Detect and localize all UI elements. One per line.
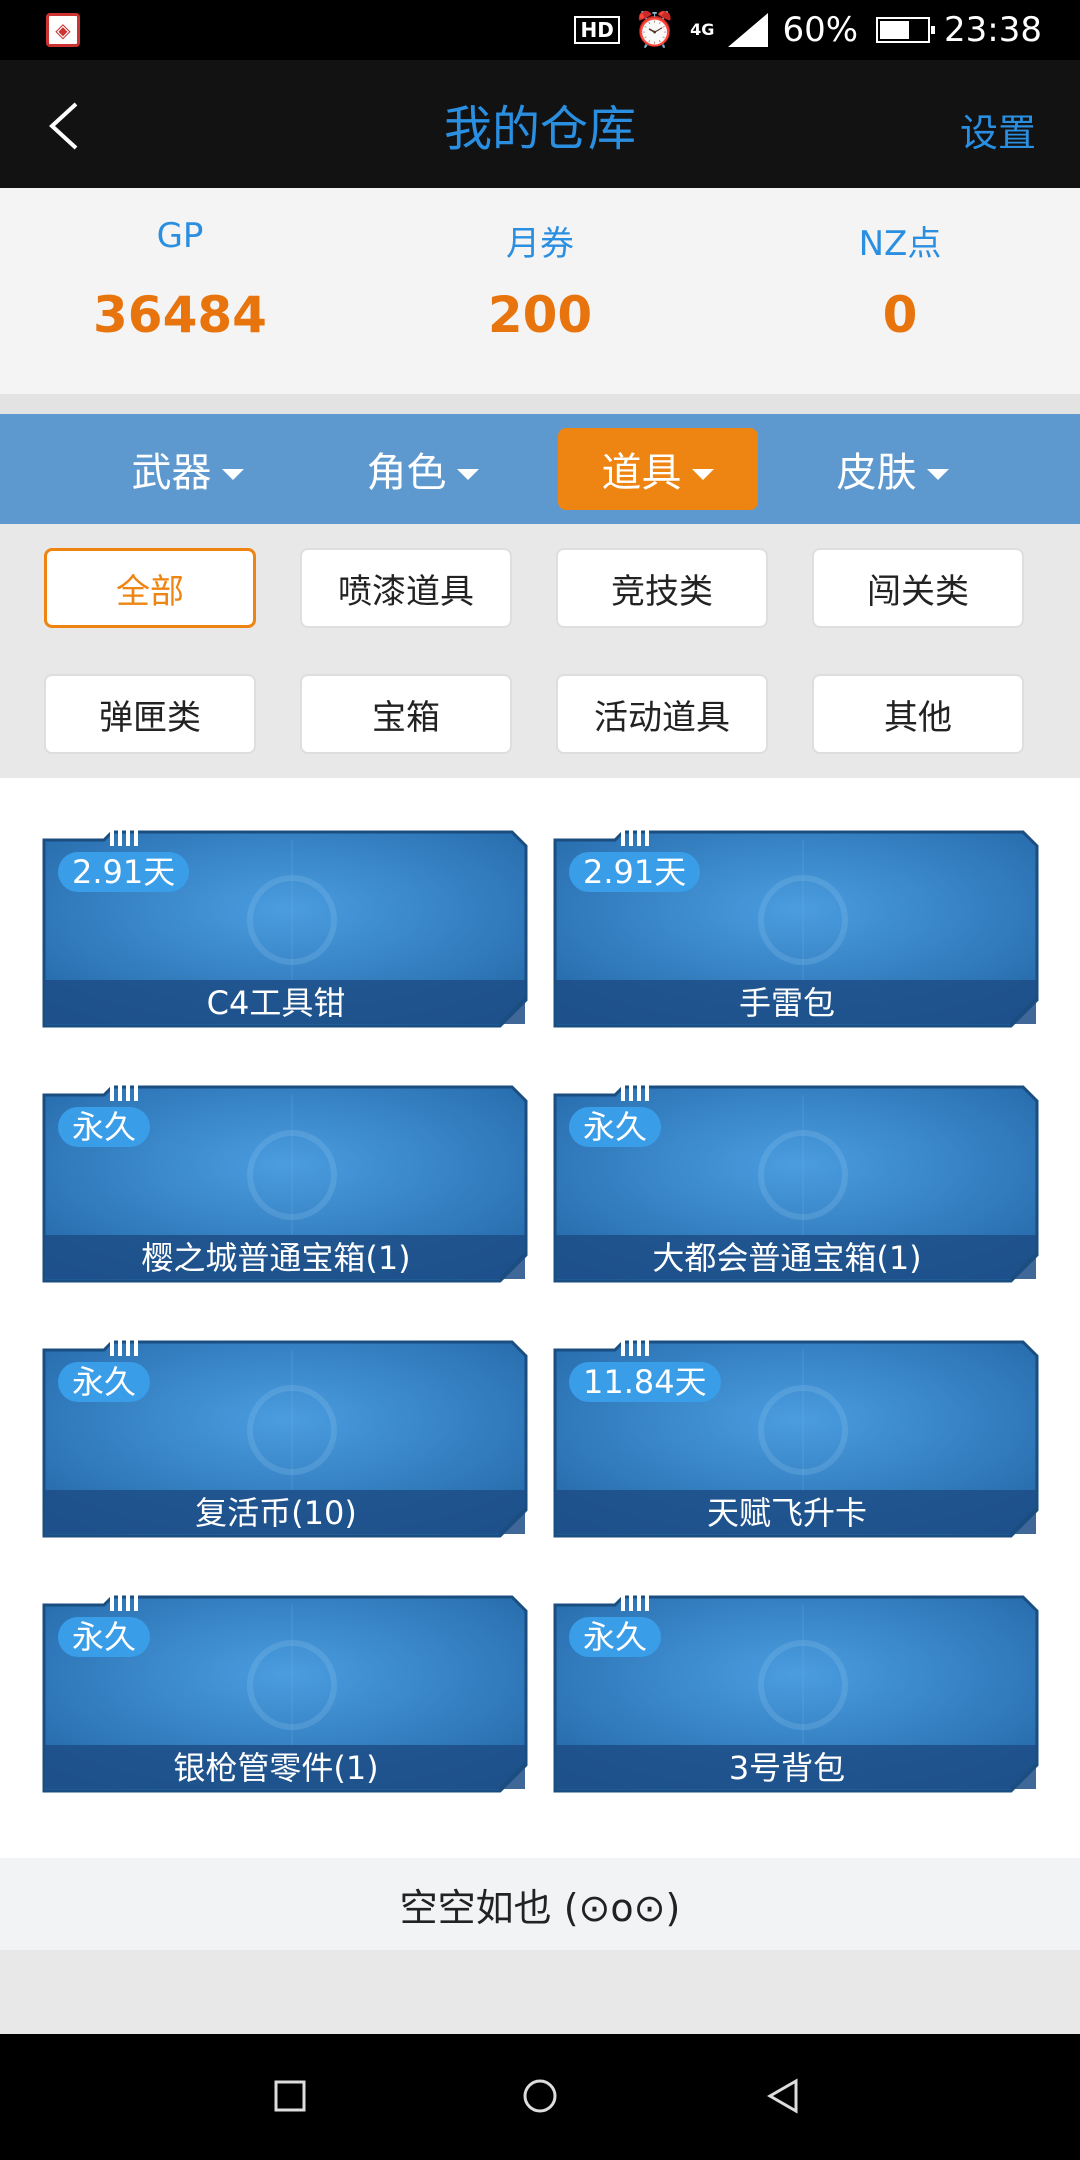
home-icon[interactable] bbox=[522, 2078, 558, 2114]
caret-down-icon bbox=[926, 468, 949, 480]
recent-apps-icon[interactable] bbox=[274, 2080, 306, 2112]
item-name: 手雷包 bbox=[738, 984, 835, 1022]
filter-chip-other[interactable]: 其他 bbox=[812, 674, 1024, 754]
tab-label: 武器 bbox=[131, 450, 212, 496]
currency-value: 36484 bbox=[93, 286, 267, 344]
battery-icon bbox=[876, 17, 936, 43]
tab-characters[interactable]: 角色 bbox=[323, 428, 523, 510]
item-name: 3号背包 bbox=[728, 1749, 846, 1787]
category-tabs: 武器 角色 道具 皮肤 bbox=[0, 414, 1080, 524]
tab-label: 皮肤 bbox=[836, 450, 917, 496]
currency-value: 0 bbox=[882, 286, 918, 344]
settings-link[interactable]: 设置 bbox=[960, 102, 1036, 157]
item-name: 复活币(10) bbox=[195, 1494, 357, 1532]
filter-chip-spray[interactable]: 喷漆道具 bbox=[300, 548, 512, 628]
duration-badge: 永久 bbox=[58, 1617, 151, 1657]
filter-chip-event[interactable]: 活动道具 bbox=[556, 674, 768, 754]
duration-badge: 永久 bbox=[569, 1107, 662, 1147]
battery-fill bbox=[880, 21, 909, 39]
currency-label: 月券 bbox=[506, 224, 574, 264]
empty-message: 空空如也 (⊙o⊙) bbox=[0, 1858, 1080, 1950]
item-name: 银枪管零件(1) bbox=[173, 1749, 379, 1787]
tab-items[interactable]: 道具 bbox=[557, 428, 758, 510]
filter-chip-competitive[interactable]: 竞技类 bbox=[556, 548, 768, 628]
caret-down-icon bbox=[221, 468, 244, 480]
item-name: C4工具钳 bbox=[206, 984, 346, 1022]
alarm-icon: ⏰ bbox=[633, 10, 677, 50]
hd-voice-icon: HD bbox=[574, 16, 620, 44]
currency-label: NZ点 bbox=[858, 224, 942, 264]
filter-chip-all[interactable]: 全部 bbox=[44, 548, 256, 628]
duration-badge: 永久 bbox=[58, 1107, 151, 1147]
app-header: 我的仓库 设置 bbox=[0, 60, 1080, 188]
currency-gp: GP 36484 bbox=[0, 188, 360, 394]
item-card[interactable]: 永久樱之城普通宝箱(1) bbox=[42, 1085, 530, 1285]
clock: 23:38 bbox=[944, 10, 1042, 50]
currency-label: GP bbox=[156, 216, 204, 256]
tab-label: 道具 bbox=[601, 450, 682, 496]
tab-skins[interactable]: 皮肤 bbox=[793, 428, 993, 510]
footer-spacer bbox=[0, 1950, 1080, 2034]
currency-summary: GP 36484 月券 200 NZ点 0 bbox=[0, 188, 1080, 394]
battery-percent: 60% bbox=[782, 10, 859, 50]
item-card[interactable]: 永久大都会普通宝箱(1) bbox=[553, 1085, 1041, 1285]
inventory-grid: 2.91天 C4工具钳 2.91天 手雷包 永久 樱之城普通宝箱(1) 永久 大都会普通宝箱(… bbox=[0, 778, 1080, 1858]
page-title: 我的仓库 bbox=[443, 101, 636, 157]
app-notification-icon: ◈ bbox=[46, 13, 80, 47]
tab-weapons[interactable]: 武器 bbox=[88, 428, 288, 510]
caret-down-icon bbox=[691, 468, 714, 480]
tab-label: 角色 bbox=[366, 450, 447, 496]
item-name: 大都会普通宝箱(1) bbox=[652, 1239, 922, 1277]
item-card[interactable]: 11.84天天赋飞升卡 bbox=[553, 1340, 1041, 1540]
divider bbox=[0, 394, 1080, 414]
system-navigation-bar bbox=[0, 2034, 1080, 2160]
network-type: 4G bbox=[690, 20, 715, 39]
item-card[interactable]: 2.91天手雷包 bbox=[553, 830, 1041, 1030]
status-bar: ◈ HD ⏰ 4G 60% 23:38 bbox=[0, 0, 1080, 60]
currency-nz: NZ点 0 bbox=[720, 188, 1080, 394]
item-card[interactable]: 2.91天 C4工具钳 bbox=[42, 830, 530, 1030]
filter-chip-magazine[interactable]: 弹匣类 bbox=[44, 674, 256, 754]
item-name: 樱之城普通宝箱(1) bbox=[141, 1239, 411, 1277]
item-card[interactable]: 永久 3号背包 bbox=[553, 1595, 1041, 1795]
currency-value: 200 bbox=[487, 286, 593, 344]
filter-chips: 全部 喷漆道具 竞技类 闯关类 弹匣类 宝箱 活动道具 其他 bbox=[0, 524, 1080, 778]
status-indicators: HD ⏰ 4G 60% 23:38 bbox=[574, 10, 1042, 50]
signal-icon bbox=[728, 13, 769, 47]
currency-voucher: 月券 200 bbox=[360, 188, 720, 394]
duration-badge: 2.91天 bbox=[58, 852, 190, 892]
filter-chip-challenge[interactable]: 闯关类 bbox=[812, 548, 1024, 628]
item-card[interactable]: 永久银枪管零件(1) bbox=[42, 1595, 530, 1795]
item-name: 天赋飞升卡 bbox=[706, 1494, 867, 1532]
duration-badge: 11.84天 bbox=[569, 1362, 721, 1402]
duration-badge: 永久 bbox=[569, 1617, 662, 1657]
back-icon[interactable] bbox=[766, 2078, 800, 2114]
duration-badge: 2.91天 bbox=[569, 852, 701, 892]
filter-chip-chest[interactable]: 宝箱 bbox=[300, 674, 512, 754]
caret-down-icon bbox=[456, 468, 479, 480]
duration-badge: 永久 bbox=[58, 1362, 151, 1402]
item-card[interactable]: 永久复活币(10) bbox=[42, 1340, 530, 1540]
back-arrow-icon[interactable] bbox=[40, 96, 100, 156]
